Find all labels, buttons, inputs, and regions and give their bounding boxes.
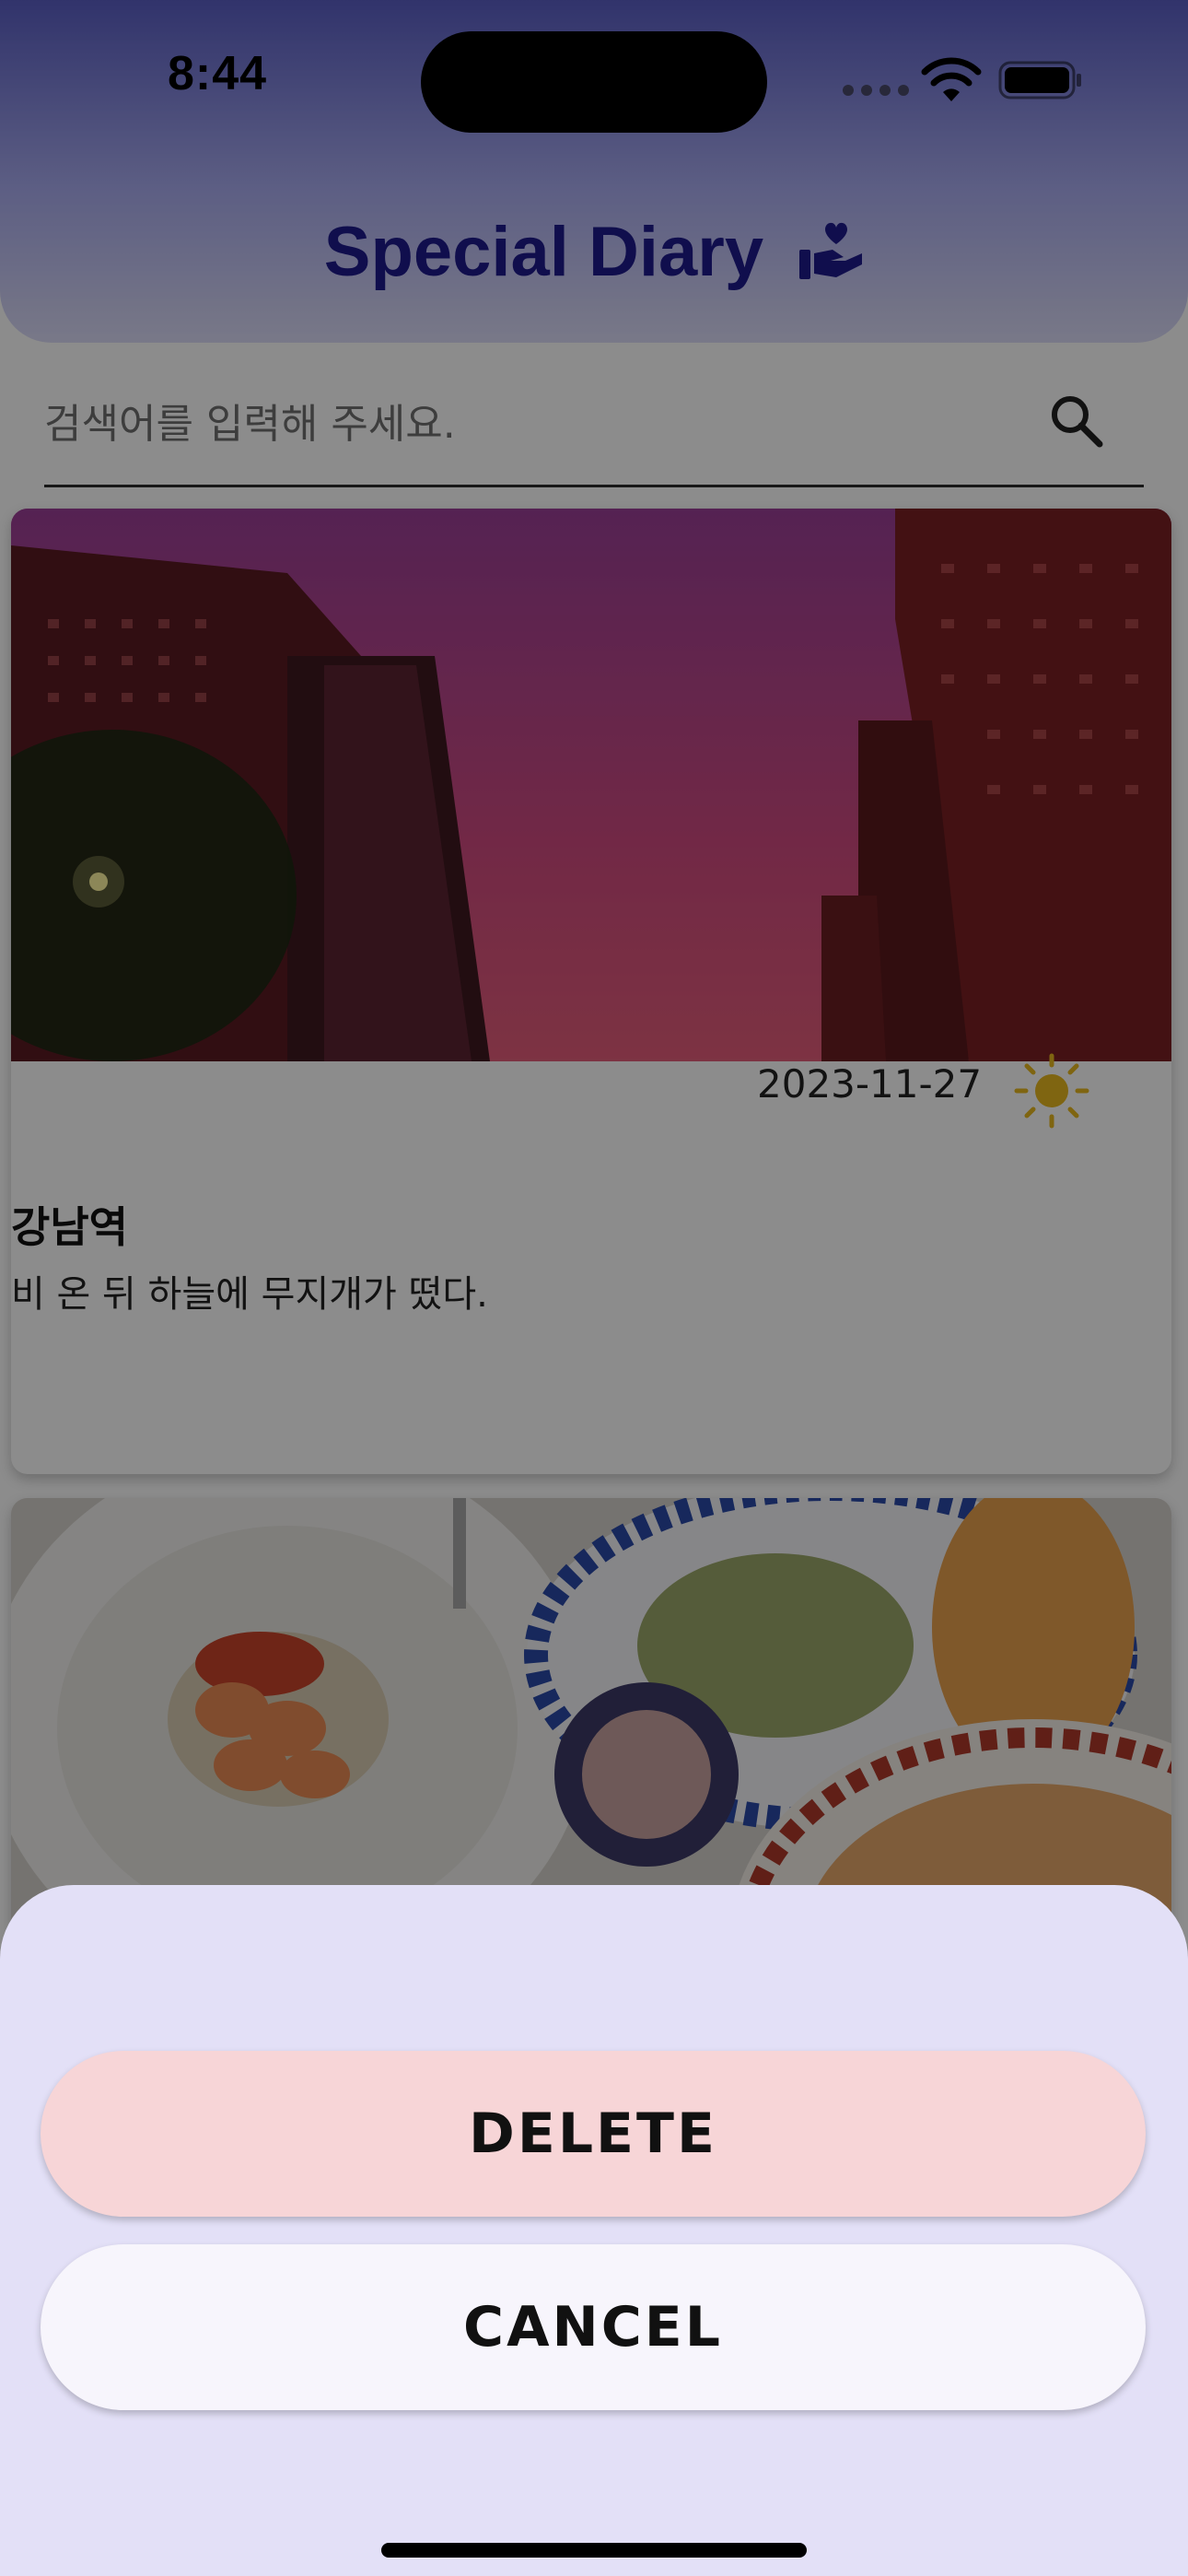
delete-button[interactable]: DELETE bbox=[41, 2051, 1146, 2217]
cancel-button[interactable]: CANCEL bbox=[41, 2244, 1146, 2410]
home-indicator bbox=[381, 2543, 807, 2558]
diary-list-screen: 8:44 Special Diary 검색어를 입력해 주세요. 2023-11… bbox=[0, 0, 1188, 2576]
action-bottom-sheet: DELETE CANCEL bbox=[0, 1885, 1188, 2576]
